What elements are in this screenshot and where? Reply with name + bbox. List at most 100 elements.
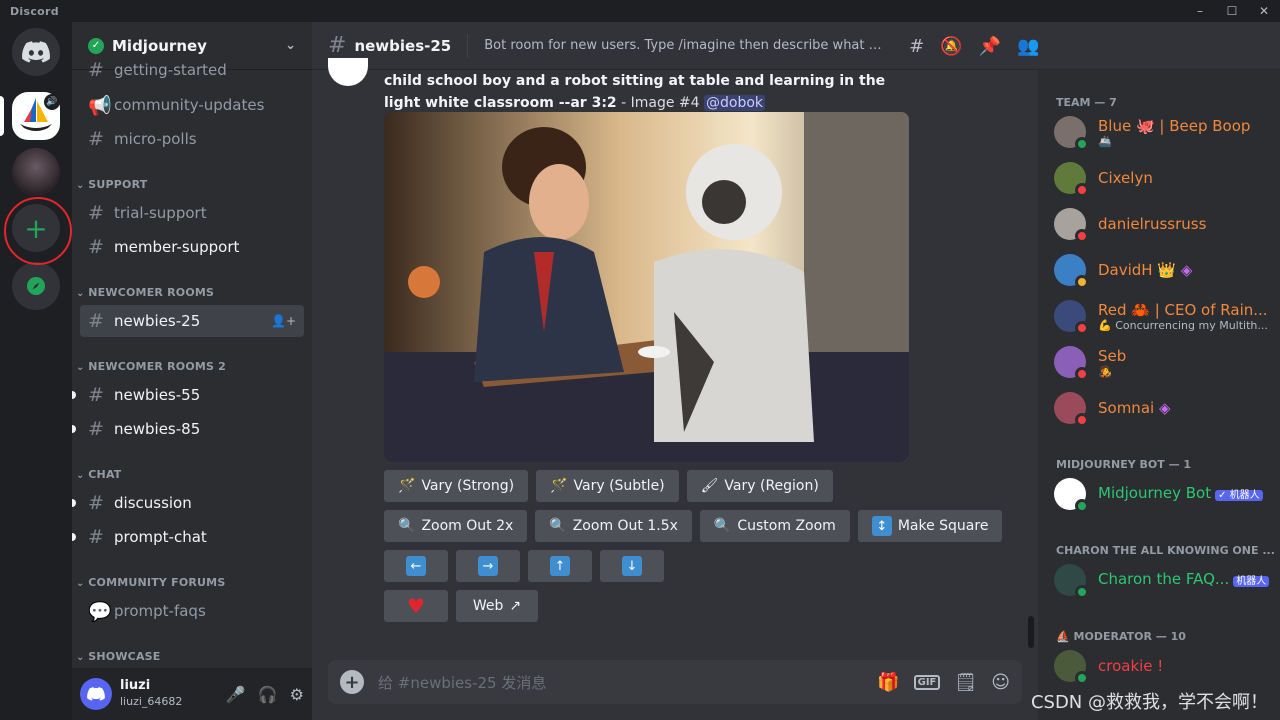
server-list: 🔊 + bbox=[0, 22, 72, 720]
channel-label: getting-started bbox=[114, 61, 227, 79]
channel-community-updates[interactable]: 📢 community-updates bbox=[80, 89, 304, 121]
member-list: TEAM — 7 Blue 🐙 | Beep Boop 🚢 Cixelyn dan… bbox=[1038, 22, 1280, 720]
status-dnd-icon bbox=[1075, 367, 1089, 381]
channel-trial-support[interactable]: # trial-support bbox=[80, 197, 304, 229]
gift-icon[interactable]: 🎁 bbox=[877, 672, 899, 693]
maximize-button[interactable]: ☐ bbox=[1216, 0, 1248, 22]
zoom-out-2x-button[interactable]: 🔍 Zoom Out 2x bbox=[384, 510, 528, 542]
scrollbar[interactable] bbox=[1028, 616, 1034, 648]
avatar[interactable] bbox=[80, 678, 112, 710]
member-item[interactable]: Somnai ◈ bbox=[1054, 386, 1274, 430]
category-label: MODERATOR — 10 bbox=[1073, 630, 1186, 643]
channel-newbies-25[interactable]: # newbies-25 👤+ bbox=[80, 305, 304, 337]
bell-muted-icon[interactable]: 🔕 bbox=[940, 36, 962, 57]
hash-icon: # bbox=[88, 492, 104, 514]
button-label: Vary (Region) bbox=[724, 478, 819, 494]
category-newcomer-rooms[interactable]: NEWCOMER ROOMS bbox=[76, 286, 214, 299]
bot-avatar[interactable] bbox=[328, 58, 368, 86]
category-support[interactable]: SUPPORT bbox=[76, 178, 147, 191]
hash-thread-icon: # bbox=[88, 384, 104, 406]
status-dnd-icon bbox=[1075, 413, 1089, 427]
member-item[interactable]: Midjourney Bot ✓ 机器人 bbox=[1054, 472, 1274, 516]
gif-icon[interactable]: GIF bbox=[913, 674, 941, 690]
server-avatar-2[interactable] bbox=[12, 148, 60, 196]
generated-image[interactable] bbox=[384, 112, 909, 462]
message-composer[interactable]: + 给 #newbies-25 发消息 🎁 GIF 🗒 ☺ bbox=[328, 660, 1022, 704]
member-name-text: Red 🦀 | CEO of Rain... bbox=[1098, 300, 1268, 319]
members-icon[interactable]: 👥 bbox=[1017, 36, 1039, 57]
member-name: croakie ! bbox=[1098, 657, 1163, 675]
channel-label: trial-support bbox=[114, 204, 207, 222]
pan-right-button[interactable]: → bbox=[456, 550, 520, 582]
user-name-block[interactable]: liuzi liuzi_64682 bbox=[120, 679, 182, 709]
threads-icon[interactable]: # bbox=[909, 36, 924, 57]
headphones-muted-icon[interactable]: 🎧 bbox=[258, 685, 278, 704]
status-online-icon bbox=[1075, 585, 1089, 599]
web-link-button[interactable]: Web ↗ bbox=[456, 590, 538, 622]
zoom-out-1-5x-button[interactable]: 🔍 Zoom Out 1.5x bbox=[535, 510, 692, 542]
bot-badge: ✓ 机器人 bbox=[1215, 489, 1263, 501]
category-community-forums[interactable]: COMMUNITY FORUMS bbox=[76, 576, 225, 589]
hash-thread-icon: # bbox=[328, 33, 347, 58]
member-item[interactable]: Blue 🐙 | Beep Boop 🚢 bbox=[1054, 110, 1274, 154]
channel-discussion[interactable]: # discussion bbox=[72, 487, 304, 519]
emoji-icon[interactable]: ☺ bbox=[991, 672, 1010, 693]
channel-newbies-55[interactable]: # newbies-55 bbox=[72, 379, 304, 411]
member-name-text: Midjourney Bot bbox=[1098, 483, 1212, 502]
button-label: Web bbox=[472, 598, 504, 614]
member-status-text: 🚢 bbox=[1098, 134, 1112, 148]
channel-label: newbies-25 bbox=[114, 312, 201, 330]
extra-buttons: ♥ Web ↗ bbox=[384, 590, 538, 622]
minimize-button[interactable]: – bbox=[1184, 0, 1216, 22]
pan-up-button[interactable]: ↑ bbox=[528, 550, 592, 582]
sticker-icon[interactable]: 🗒 bbox=[954, 672, 977, 693]
channel-prompt-chat[interactable]: # prompt-chat bbox=[72, 521, 304, 553]
gear-icon[interactable]: ⚙ bbox=[290, 685, 304, 704]
custom-zoom-button[interactable]: 🔍 Custom Zoom bbox=[699, 510, 850, 542]
member-item[interactable]: danielrussruss bbox=[1054, 202, 1274, 246]
category-chat[interactable]: CHAT bbox=[76, 468, 122, 481]
explore-servers-button[interactable] bbox=[12, 262, 60, 310]
member-item[interactable]: Cixelyn bbox=[1054, 156, 1274, 200]
status-dnd-icon bbox=[1075, 321, 1089, 335]
channel-newbies-85[interactable]: # newbies-85 bbox=[72, 413, 304, 445]
vary-strong-button[interactable]: 🪄 Vary (Strong) bbox=[384, 470, 529, 502]
add-member-icon[interactable]: 👤+ bbox=[271, 314, 296, 328]
channel-member-support[interactable]: # member-support bbox=[80, 231, 304, 263]
button-label: Vary (Strong) bbox=[421, 478, 515, 494]
pan-down-button[interactable]: ↓ bbox=[600, 550, 664, 582]
channel-title: newbies-25 bbox=[354, 36, 452, 55]
username: liuzi bbox=[120, 678, 151, 693]
member-item[interactable]: croakie ! bbox=[1054, 644, 1274, 688]
channel-topic[interactable]: Bot room for new users. Type /imagine th… bbox=[484, 38, 882, 53]
magnifier-icon: 🔍 bbox=[398, 518, 416, 534]
category-showcase[interactable]: SHOWCASE bbox=[76, 650, 161, 663]
unread-dot bbox=[72, 391, 76, 399]
pan-left-button[interactable]: ← bbox=[384, 550, 448, 582]
close-button[interactable]: ✕ bbox=[1248, 0, 1280, 22]
member-item[interactable]: Red 🦀 | CEO of Rain... 💪 Concurrencing my… bbox=[1054, 294, 1274, 338]
category-newcomer-rooms-2[interactable]: NEWCOMER ROOMS 2 bbox=[76, 360, 226, 373]
member-item[interactable]: Seb 🧑‍🎤 bbox=[1054, 340, 1274, 384]
favorite-button[interactable]: ♥ bbox=[384, 590, 448, 622]
channel-prompt-faqs[interactable]: 💬 prompt-faqs bbox=[80, 595, 304, 627]
vary-region-button[interactable]: 🖌 Vary (Region) bbox=[686, 470, 833, 502]
chevron-down-icon: ⌄ bbox=[285, 38, 296, 53]
channel-label: community-updates bbox=[114, 96, 265, 114]
user-mention[interactable]: @dobok bbox=[704, 95, 766, 111]
channel-label: discussion bbox=[114, 494, 192, 512]
plus-icon[interactable]: + bbox=[340, 670, 364, 694]
chat-area: # newbies-25 Bot room for new users. Typ… bbox=[312, 22, 1038, 720]
vary-subtle-button[interactable]: 🪄 Vary (Subtle) bbox=[536, 470, 679, 502]
member-item[interactable]: DavidH 👑 ◈ bbox=[1054, 248, 1274, 292]
member-item[interactable]: Charon the FAQ... 机器人 bbox=[1054, 558, 1274, 602]
pin-icon[interactable]: 📌 bbox=[979, 36, 1001, 57]
channel-micro-polls[interactable]: # micro-polls bbox=[80, 123, 304, 155]
make-square-button[interactable]: ↕ Make Square bbox=[857, 510, 1003, 542]
heart-icon: ♥ bbox=[407, 594, 425, 618]
home-button[interactable] bbox=[12, 28, 60, 76]
mic-muted-icon[interactable]: 🎤 bbox=[226, 685, 246, 704]
avatar bbox=[1054, 254, 1089, 289]
arrow-right-icon: → bbox=[478, 556, 498, 576]
channel-getting-started[interactable]: # getting-started bbox=[80, 58, 304, 82]
